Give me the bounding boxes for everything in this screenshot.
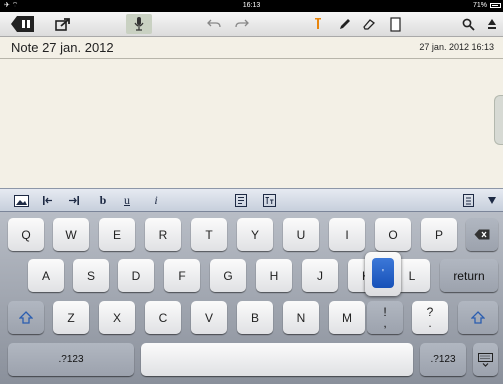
note-header: Note 27 jan. 2012 27 jan. 2012 16:13 bbox=[0, 37, 503, 59]
microphone-button[interactable] bbox=[126, 14, 152, 34]
page-button[interactable] bbox=[388, 15, 402, 33]
bold-button[interactable]: b bbox=[98, 193, 108, 208]
key-u[interactable]: U bbox=[283, 218, 319, 251]
arrow-up-icon bbox=[488, 19, 496, 29]
upload-button[interactable] bbox=[486, 15, 498, 33]
paragraph-button[interactable] bbox=[461, 193, 475, 208]
shift-icon bbox=[19, 311, 33, 324]
page-icon bbox=[389, 16, 401, 32]
key-f[interactable]: F bbox=[164, 259, 200, 292]
key-i[interactable]: I bbox=[329, 218, 365, 251]
top-toolbar bbox=[0, 12, 503, 37]
eraser-icon bbox=[363, 19, 375, 30]
image-icon bbox=[13, 194, 29, 207]
key-s[interactable]: S bbox=[73, 259, 109, 292]
hide-keyboard-key[interactable] bbox=[473, 343, 498, 376]
outdent-icon bbox=[43, 196, 52, 205]
key-g[interactable]: G bbox=[210, 259, 246, 292]
scroll-handle[interactable] bbox=[494, 95, 503, 145]
question-key[interactable]: ? . bbox=[412, 301, 448, 334]
status-bar: ✈ ⌔ 16:13 71% bbox=[0, 0, 503, 12]
shift-key-left[interactable] bbox=[8, 301, 44, 334]
key-j[interactable]: J bbox=[302, 259, 338, 292]
eraser-button[interactable] bbox=[361, 15, 377, 33]
battery-percent: 71% bbox=[472, 2, 487, 9]
text-cursor-button[interactable] bbox=[312, 15, 324, 33]
exclamation-key-bottom: , bbox=[383, 315, 387, 330]
key-e[interactable]: E bbox=[99, 218, 135, 251]
key-popup-selected-char[interactable]: ' bbox=[372, 258, 394, 288]
triangle-down-icon bbox=[488, 197, 496, 204]
format-toolbar: b u i bbox=[0, 188, 503, 212]
microphone-icon bbox=[134, 17, 144, 31]
collapse-toolbar-button[interactable] bbox=[486, 193, 498, 208]
search-button[interactable] bbox=[460, 15, 476, 33]
return-key[interactable]: return bbox=[440, 259, 498, 292]
key-n[interactable]: N bbox=[283, 301, 319, 334]
space-bar[interactable] bbox=[141, 343, 413, 376]
note-body[interactable] bbox=[0, 59, 503, 188]
key-d[interactable]: D bbox=[118, 259, 154, 292]
text-align-icon bbox=[235, 194, 247, 207]
backspace-icon bbox=[474, 229, 490, 240]
note-date: 27 jan. 2012 16:13 bbox=[419, 42, 494, 52]
undo-icon bbox=[207, 19, 221, 28]
shift-icon bbox=[471, 311, 485, 324]
share-icon bbox=[55, 18, 70, 31]
pen-button[interactable] bbox=[337, 15, 353, 33]
share-button[interactable] bbox=[53, 15, 73, 33]
key-p[interactable]: P bbox=[421, 218, 457, 251]
key-r[interactable]: R bbox=[145, 218, 181, 251]
notebooks-back-button[interactable] bbox=[10, 15, 36, 33]
exclamation-key[interactable]: ! , bbox=[367, 301, 403, 334]
indent-icon bbox=[69, 196, 79, 205]
backspace-key[interactable] bbox=[466, 218, 498, 251]
note-title[interactable]: Note 27 jan. 2012 bbox=[11, 40, 114, 55]
outdent-button[interactable] bbox=[42, 193, 54, 208]
search-icon bbox=[462, 18, 475, 31]
key-q[interactable]: Q bbox=[8, 218, 44, 251]
key-b[interactable]: B bbox=[237, 301, 273, 334]
italic-button[interactable]: i bbox=[151, 193, 161, 208]
key-w[interactable]: W bbox=[53, 218, 89, 251]
key-z[interactable]: Z bbox=[53, 301, 89, 334]
numbers-key-right[interactable]: .?123 bbox=[420, 343, 466, 376]
indent-button[interactable] bbox=[68, 193, 80, 208]
text-size-icon bbox=[262, 194, 276, 207]
battery-icon bbox=[490, 3, 501, 8]
text-size-button[interactable] bbox=[262, 193, 276, 208]
paragraph-icon bbox=[462, 194, 474, 207]
key-c[interactable]: C bbox=[145, 301, 181, 334]
redo-icon bbox=[235, 19, 249, 28]
shift-key-right[interactable] bbox=[458, 301, 498, 334]
key-v[interactable]: V bbox=[191, 301, 227, 334]
status-time: 16:13 bbox=[242, 2, 261, 9]
key-x[interactable]: X bbox=[99, 301, 135, 334]
key-t[interactable]: T bbox=[191, 218, 227, 251]
key-h[interactable]: H bbox=[256, 259, 292, 292]
pen-icon bbox=[340, 19, 350, 29]
redo-button[interactable] bbox=[234, 15, 250, 33]
keyboard-hide-icon bbox=[478, 352, 493, 367]
key-m[interactable]: M bbox=[329, 301, 365, 334]
undo-button[interactable] bbox=[206, 15, 222, 33]
key-a[interactable]: A bbox=[28, 259, 64, 292]
notebooks-icon bbox=[11, 16, 34, 32]
underline-button[interactable]: u bbox=[122, 193, 132, 208]
text-align-button[interactable] bbox=[234, 193, 248, 208]
question-key-bottom: . bbox=[428, 315, 432, 330]
key-y[interactable]: Y bbox=[237, 218, 273, 251]
numbers-key-left[interactable]: .?123 bbox=[8, 343, 134, 376]
text-cursor-icon bbox=[315, 18, 321, 29]
insert-image-button[interactable] bbox=[13, 193, 29, 208]
key-o[interactable]: O bbox=[375, 218, 411, 251]
